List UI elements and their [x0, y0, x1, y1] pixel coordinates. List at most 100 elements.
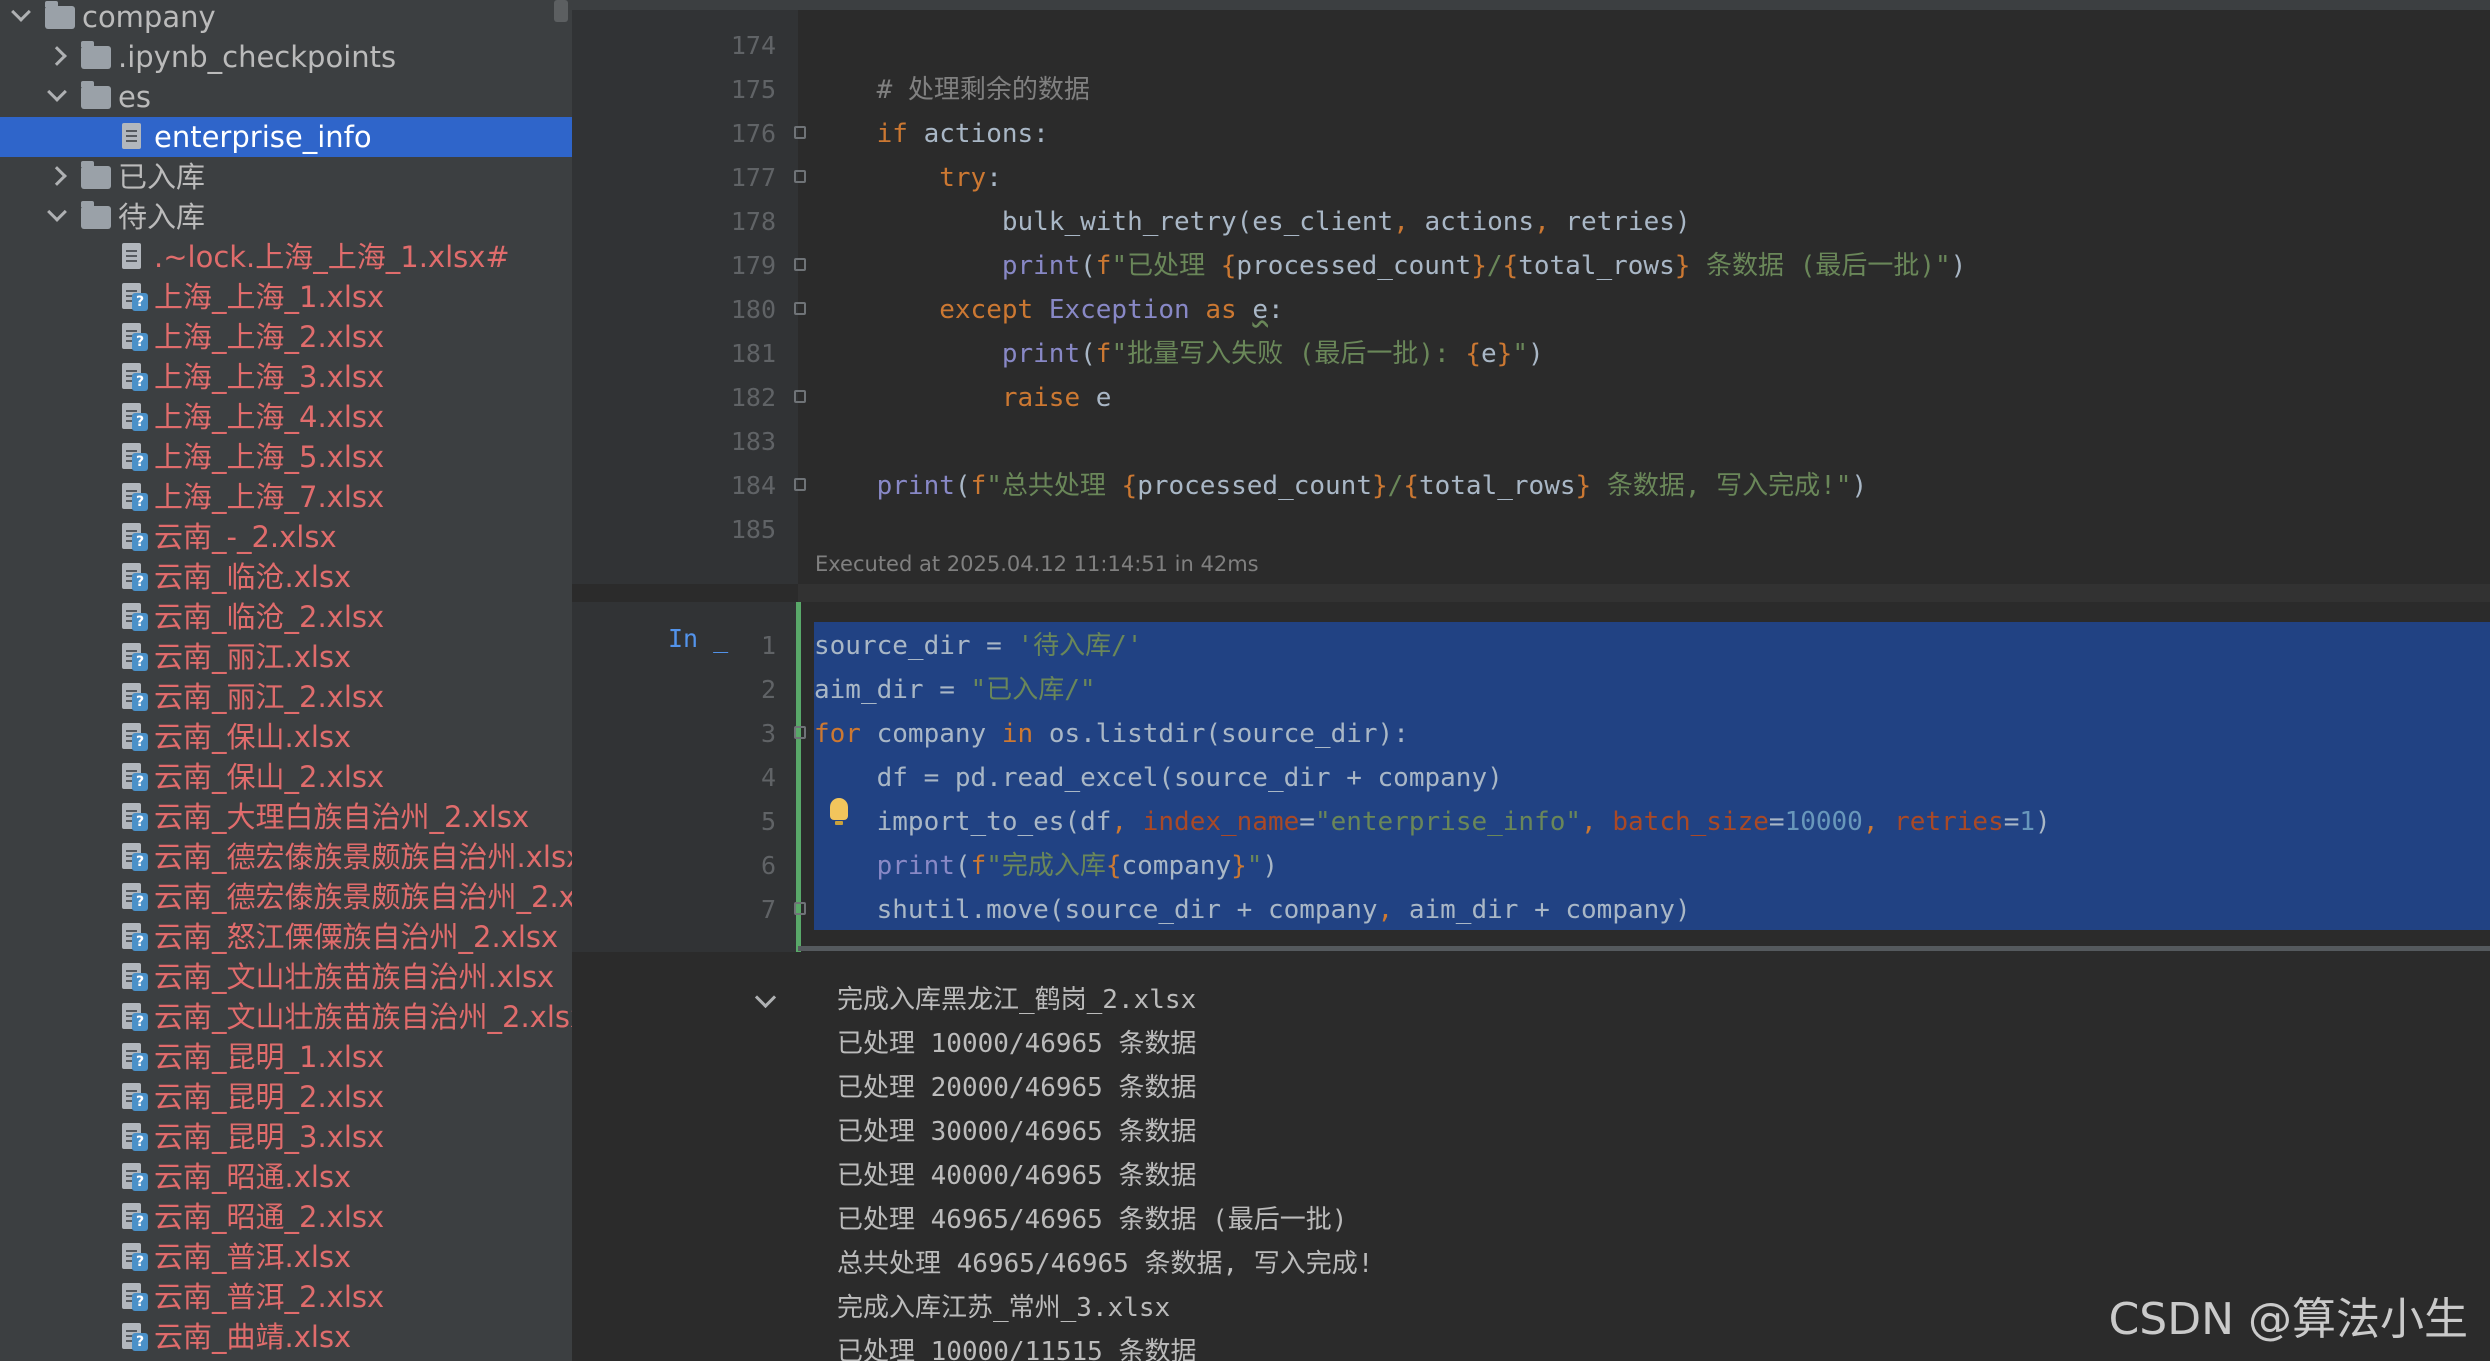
tree-folder[interactable]: 已入库	[0, 157, 572, 197]
tree-file[interactable]: ? 云南_普洱.xlsx	[0, 1237, 572, 1277]
tree-file[interactable]: ? 上海_上海_1.xlsx	[0, 277, 572, 317]
fold-marker-icon[interactable]	[794, 478, 806, 491]
code-line[interactable]: 176 if actions:	[572, 112, 2490, 156]
chevron-down-icon[interactable]	[11, 2, 31, 22]
tree-file[interactable]: ? 云南_德宏傣族景颇族自治州_2.xlsx	[0, 877, 572, 917]
code-line[interactable]: 174	[572, 24, 2490, 68]
fold-marker-icon[interactable]	[794, 390, 806, 403]
fold-marker-icon[interactable]	[794, 258, 806, 271]
line-number: 183	[730, 427, 776, 456]
code-token: (	[1080, 251, 1096, 281]
code-line[interactable]: 178 bulk_with_retry(es_client, actions, …	[572, 200, 2490, 244]
tree-item-label: 云南_文山壮族苗族自治州_2.xlsx	[154, 1000, 572, 1034]
code-line[interactable]: 181 print(f"批量写入失败 (最后一批): {e}")	[572, 332, 2490, 376]
code-line[interactable]: 6 print(f"完成入库{company}")	[572, 844, 2490, 888]
tree-file[interactable]: ? 上海_上海_7.xlsx	[0, 477, 572, 517]
code-token: import_to_es(df	[814, 807, 1112, 837]
tree-file[interactable]: ? 云南_普洱_2.xlsx	[0, 1277, 572, 1317]
tree-file[interactable]: ? 云南_文山壮族苗族自治州.xlsx	[0, 957, 572, 997]
tree-file[interactable]: ? 云南_昭通_2.xlsx	[0, 1197, 572, 1237]
fold-marker-icon[interactable]	[794, 170, 806, 183]
tree-file[interactable]: ? 上海_上海_5.xlsx	[0, 437, 572, 477]
code-token: Exception	[1048, 295, 1190, 325]
code-line[interactable]: 182 raise e	[572, 376, 2490, 420]
line-number: 6	[760, 851, 776, 880]
tree-file[interactable]: ? 云南_昭通.xlsx	[0, 1157, 572, 1197]
fold-marker-icon[interactable]	[794, 302, 806, 315]
tree-item-label: 上海_上海_7.xlsx	[154, 480, 385, 514]
code-line[interactable]: 2 aim_dir = "已入库/"	[572, 668, 2490, 712]
code-token: 1	[2019, 807, 2036, 837]
tree-file[interactable]: ? 云南_丽江_2.xlsx	[0, 677, 572, 717]
code-token: source_dir =	[814, 631, 1018, 661]
tree-file[interactable]: ? 上海_上海_3.xlsx	[0, 357, 572, 397]
tree-file[interactable]: ? 云南_昆明_2.xlsx	[0, 1077, 572, 1117]
tree-file[interactable]: ? 云南_曲靖.xlsx	[0, 1317, 572, 1357]
tree-file[interactable]: ? 云南_丽江.xlsx	[0, 637, 572, 677]
code-line[interactable]: 185	[572, 508, 2490, 552]
code-line[interactable]: 3 for company in os.listdir(source_dir):	[572, 712, 2490, 756]
tree-file[interactable]: ? 云南_大理白族自治州_2.xlsx	[0, 797, 572, 837]
code-line[interactable]: 183	[572, 420, 2490, 464]
code-line[interactable]: 180 except Exception as e:	[572, 288, 2490, 332]
chevron-down-icon[interactable]	[754, 986, 777, 1009]
tree-item-label: 云南_昆明_3.xlsx	[154, 1120, 385, 1154]
code-line[interactable]: 5 import_to_es(df, index_name="enterpris…	[572, 800, 2490, 844]
tree-file[interactable]: ? 上海_上海_2.xlsx	[0, 317, 572, 357]
code-token: "已入库/"	[970, 675, 1096, 705]
tree-file[interactable]: ? 云南_临沧.xlsx	[0, 557, 572, 597]
code-line[interactable]: 1 source_dir = '待入库/'	[572, 624, 2490, 668]
tree-file[interactable]: ? 上海_上海_4.xlsx	[0, 397, 572, 437]
tree-file[interactable]: enterprise_info	[0, 117, 572, 157]
code-text: source_dir = '待入库/'	[814, 624, 1142, 668]
notebook-editor: 174 175 # 处理剩余的数据 176 if actions: 177 try: 1…	[572, 0, 2490, 1361]
tree-item-label: 云南_昭通_2.xlsx	[154, 1200, 385, 1234]
file-icon	[122, 123, 141, 149]
code-line[interactable]: 184 print(f"总共处理 {processed_count}/{tota…	[572, 464, 2490, 508]
fold-marker-icon[interactable]	[794, 126, 806, 139]
tree-file[interactable]: .~lock.上海_上海_1.xlsx#	[0, 237, 572, 277]
code-token: actions:	[907, 119, 1049, 149]
tree-folder[interactable]: .ipynb_checkpoints	[0, 37, 572, 77]
cell-output-divider[interactable]	[798, 946, 2490, 951]
tree-folder[interactable]: 待入库	[0, 197, 572, 237]
tree-file[interactable]: ? 云南_昆明_1.xlsx	[0, 1037, 572, 1077]
code-token: print	[1001, 339, 1081, 369]
lightbulb-icon[interactable]	[830, 798, 848, 825]
tree-file[interactable]: ? 云南_保山_2.xlsx	[0, 757, 572, 797]
code-text: for company in os.listdir(source_dir):	[814, 712, 1409, 756]
tree-item-label: es	[118, 80, 151, 114]
tree-file[interactable]: ? 云南_德宏傣族景颇族自治州.xlsx	[0, 837, 572, 877]
code-line[interactable]: 177 try:	[572, 156, 2490, 200]
tree-scrollbar[interactable]	[554, 0, 568, 22]
fold-marker-icon[interactable]	[794, 902, 806, 915]
code-line[interactable]: 175 # 处理剩余的数据	[572, 68, 2490, 112]
tree-file[interactable]: ? 云南_怒江傈僳族自治州_2.xlsx	[0, 917, 572, 957]
chevron-down-icon[interactable]	[47, 82, 67, 102]
tree-file[interactable]: ? 云南_-_2.xlsx	[0, 517, 572, 557]
tree-file[interactable]: ? 云南_文山壮族苗族自治州_2.xlsx	[0, 997, 572, 1037]
tree-file[interactable]: ? 云南_保山.xlsx	[0, 717, 572, 757]
cell-separator	[798, 584, 2490, 602]
chevron-right-icon[interactable]	[47, 46, 67, 66]
code-token: aim_dir + company)	[1393, 895, 1691, 925]
code-token: print	[876, 851, 955, 881]
tree-item-label: 云南_昭通.xlsx	[154, 1160, 352, 1194]
tree-folder[interactable]: company	[0, 0, 572, 37]
code-line[interactable]: 4 df = pd.read_excel(source_dir + compan…	[572, 756, 2490, 800]
tree-file[interactable]: ? 云南_临沧_2.xlsx	[0, 597, 572, 637]
fold-marker-icon[interactable]	[794, 726, 806, 739]
code-line[interactable]: 7 shutil.move(source_dir + company, aim_…	[572, 888, 2490, 932]
tree-folder[interactable]: es	[0, 77, 572, 117]
tree-file[interactable]: ? 云南_昆明_3.xlsx	[0, 1117, 572, 1157]
line-number: 3	[760, 719, 776, 748]
chevron-right-icon[interactable]	[47, 166, 67, 186]
code-text: except Exception as e:	[814, 288, 1283, 332]
chevron-down-icon[interactable]	[47, 202, 67, 222]
line-number: 182	[730, 383, 776, 412]
code-line[interactable]: 179 print(f"已处理 {processed_count}/{total…	[572, 244, 2490, 288]
file-icon	[122, 243, 141, 269]
